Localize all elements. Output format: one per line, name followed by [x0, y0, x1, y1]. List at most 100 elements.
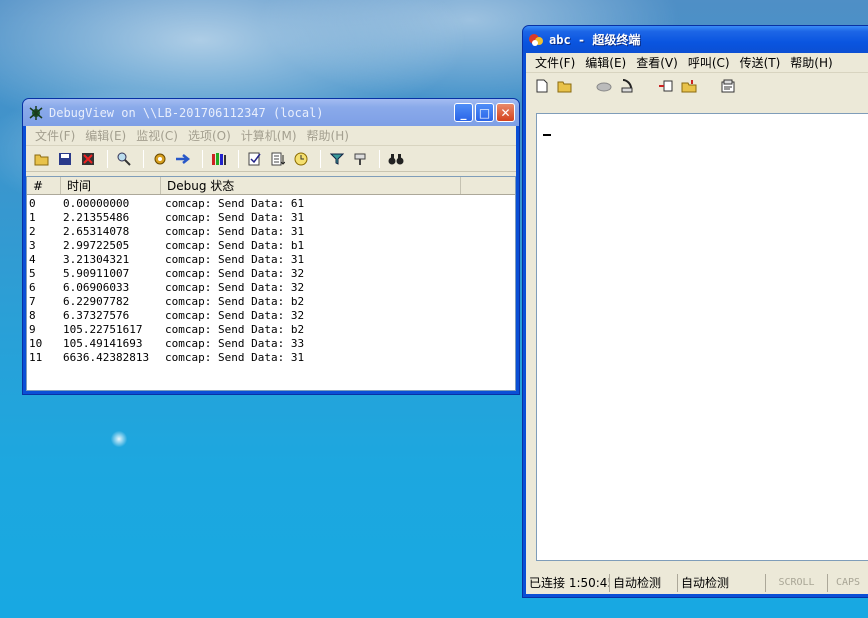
phone-hangup-icon[interactable]	[617, 76, 637, 96]
receive-file-icon[interactable]	[679, 76, 699, 96]
row-message: comcap: Send Data: 32	[165, 309, 305, 322]
send-file-icon[interactable]	[656, 76, 676, 96]
hyperterminal-statusbar: 已连接 1:50:45 自动检测 自动检测 SCROLL CAPS	[526, 572, 868, 594]
menu-file[interactable]: 文件(F)	[530, 54, 580, 71]
toolbar-separator	[379, 149, 380, 168]
toolbar-separator	[708, 77, 712, 95]
row-number: 2	[29, 225, 36, 238]
row-number: 4	[29, 253, 36, 266]
menu-options[interactable]: 选项(O)	[183, 127, 236, 144]
table-row[interactable]: 11 6636.42382813 comcap: Send Data: 31	[27, 351, 515, 365]
maximize-button[interactable]: □	[475, 103, 494, 122]
find-icon[interactable]	[114, 149, 134, 169]
row-time: 2.21355486	[63, 211, 130, 224]
row-number: 7	[29, 295, 36, 308]
text-cursor	[543, 134, 551, 136]
close-button[interactable]: ✕	[496, 103, 515, 122]
debugview-titlebar[interactable]: DebugView on \\LB-201706112347 (local) _…	[23, 99, 519, 126]
table-row[interactable]: 7 6.22907782 comcap: Send Data: b2	[27, 295, 515, 309]
menu-edit[interactable]: 编辑(E)	[580, 54, 631, 71]
row-message: comcap: Send Data: 32	[165, 267, 305, 280]
menu-call[interactable]: 呼叫(C)	[683, 54, 735, 71]
table-row[interactable]: 6 6.06906033 comcap: Send Data: 32	[27, 281, 515, 295]
clock-icon[interactable]	[291, 149, 311, 169]
debugview-menubar: 文件(F) 编辑(E) 监视(C) 选项(O) 计算机(M) 帮助(H)	[26, 126, 516, 146]
open-folder-icon[interactable]	[555, 76, 575, 96]
capture-icon[interactable]	[150, 149, 170, 169]
row-message: comcap: Send Data: 31	[165, 211, 305, 224]
menu-view[interactable]: 查看(V)	[631, 54, 683, 71]
arrow-right-icon[interactable]	[173, 149, 193, 169]
table-row[interactable]: 2 2.65314078 comcap: Send Data: 31	[27, 225, 515, 239]
minimize-button[interactable]: _	[454, 103, 473, 122]
toolbar-separator	[107, 149, 108, 168]
hyperterminal-app-icon	[527, 31, 545, 49]
table-row[interactable]: 10 105.49141693 comcap: Send Data: 33	[27, 337, 515, 351]
list-body: 0 0.00000000 comcap: Send Data: 61 1 2.2135…	[27, 195, 515, 365]
scroll-icon[interactable]	[268, 149, 288, 169]
row-message: comcap: Send Data: 31	[165, 253, 305, 266]
menu-file[interactable]: 文件(F)	[30, 127, 80, 144]
column-header-number[interactable]: #	[27, 177, 61, 194]
hyperterminal-window[interactable]: abc - 超级终端 文件(F) 编辑(E) 查看(V) 呼叫(C) 传送(T)…	[522, 25, 868, 598]
debugview-title: DebugView on \\LB-201706112347 (local)	[49, 105, 324, 120]
menu-help[interactable]: 帮助(H)	[785, 54, 837, 71]
column-header-time[interactable]: 时间	[61, 177, 161, 194]
status-scroll: SCROLL	[766, 574, 828, 592]
table-row[interactable]: 4 3.21304321 comcap: Send Data: 31	[27, 253, 515, 267]
row-time: 3.21304321	[63, 253, 130, 266]
row-time: 6636.42382813	[63, 351, 150, 364]
row-message: comcap: Send Data: 31	[165, 225, 305, 238]
clear-log-icon[interactable]	[78, 149, 98, 169]
hyperterminal-title: abc - 超级终端	[549, 33, 641, 47]
status-detect-1: 自动检测	[610, 574, 678, 592]
status-detect-2: 自动检测	[678, 574, 766, 592]
table-row[interactable]: 3 2.99722505 comcap: Send Data: b1	[27, 239, 515, 253]
hyperterminal-titlebar[interactable]: abc - 超级终端	[523, 26, 868, 53]
row-number: 6	[29, 281, 36, 294]
menu-computer[interactable]: 计算机(M)	[236, 127, 302, 144]
row-message: comcap: Send Data: 32	[165, 281, 305, 294]
highlight-icon[interactable]	[350, 149, 370, 169]
properties-icon[interactable]	[718, 76, 738, 96]
table-row[interactable]: 9 105.22751617 comcap: Send Data: b2	[27, 323, 515, 337]
edit-filter-icon[interactable]	[245, 149, 265, 169]
row-time: 0.00000000	[63, 197, 130, 210]
debugview-window[interactable]: DebugView on \\LB-201706112347 (local) _…	[22, 98, 520, 395]
table-row[interactable]: 8 6.37327576 comcap: Send Data: 32	[27, 309, 515, 323]
save-icon[interactable]	[55, 149, 75, 169]
row-number: 5	[29, 267, 36, 280]
books-icon[interactable]	[209, 149, 229, 169]
row-time: 5.90911007	[63, 267, 130, 280]
menu-transfer[interactable]: 传送(T)	[735, 54, 786, 71]
debugview-app-icon	[27, 104, 45, 122]
row-time: 2.65314078	[63, 225, 130, 238]
row-time: 6.06906033	[63, 281, 130, 294]
menu-capture[interactable]: 监视(C)	[131, 127, 183, 144]
column-header-filler	[461, 177, 515, 194]
menu-edit[interactable]: 编辑(E)	[80, 127, 131, 144]
new-document-icon[interactable]	[532, 76, 552, 96]
debug-output-list[interactable]: # 时间 Debug 状态 0 0.00000000 comcap: Send Da…	[26, 176, 516, 391]
row-message: comcap: Send Data: b2	[165, 323, 305, 336]
row-number: 8	[29, 309, 36, 322]
row-number: 0	[29, 197, 36, 210]
toolbar-separator	[238, 149, 239, 168]
row-message: comcap: Send Data: 33	[165, 337, 305, 350]
open-folder-icon[interactable]	[32, 149, 52, 169]
row-number: 10	[29, 337, 43, 350]
terminal-display[interactable]	[536, 113, 868, 561]
status-caps: CAPS	[835, 577, 861, 588]
column-header-debug-status[interactable]: Debug 状态	[161, 177, 461, 194]
row-time: 6.22907782	[63, 295, 130, 308]
binoculars-icon[interactable]	[386, 149, 406, 169]
table-row[interactable]: 5 5.90911007 comcap: Send Data: 32	[27, 267, 515, 281]
table-row[interactable]: 1 2.21355486 comcap: Send Data: 31	[27, 211, 515, 225]
phone-dial-icon[interactable]	[594, 76, 614, 96]
hyperterminal-toolbar	[526, 73, 868, 99]
filter-icon[interactable]	[327, 149, 347, 169]
desktop-sparkle	[110, 430, 128, 448]
hyperterminal-menubar: 文件(F) 编辑(E) 查看(V) 呼叫(C) 传送(T) 帮助(H)	[526, 53, 868, 73]
table-row[interactable]: 0 0.00000000 comcap: Send Data: 61	[27, 197, 515, 211]
menu-help[interactable]: 帮助(H)	[302, 127, 354, 144]
